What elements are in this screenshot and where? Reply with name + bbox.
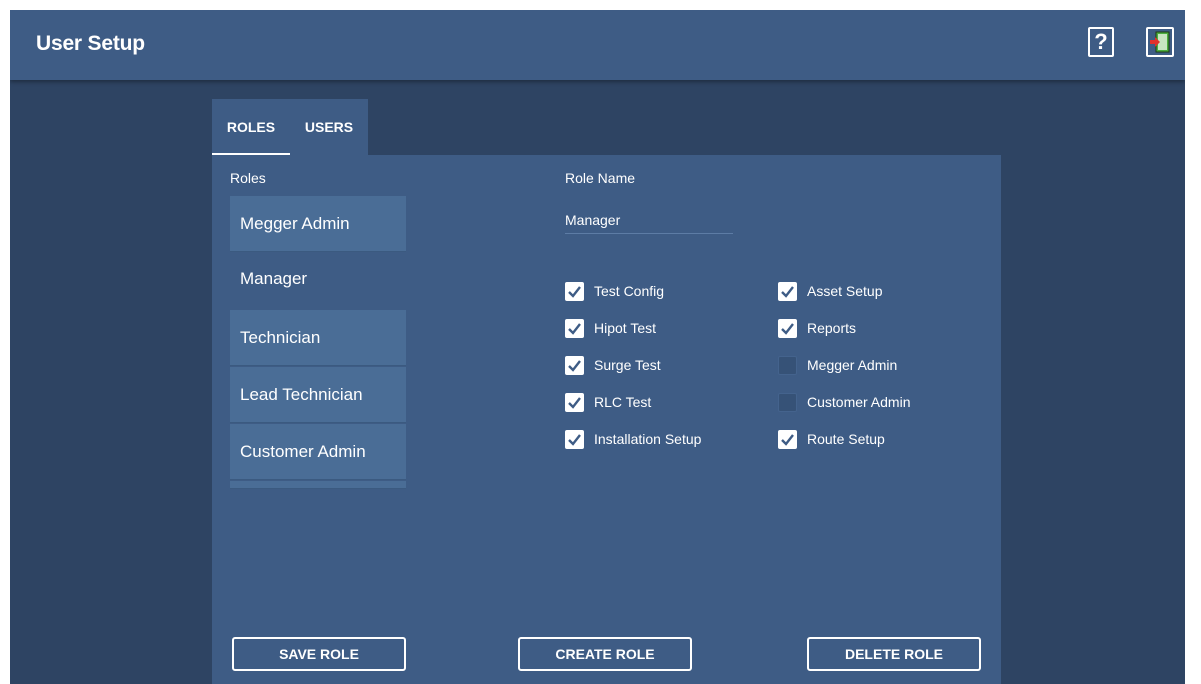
checkmark-icon xyxy=(568,359,581,372)
roles-list-label: Roles xyxy=(230,170,266,186)
checkbox-checked[interactable] xyxy=(565,392,584,412)
tab-users[interactable]: USERS xyxy=(290,99,368,155)
perm-test-config[interactable]: Test Config xyxy=(565,281,664,301)
role-name-label: Role Name xyxy=(565,170,636,186)
roles-list[interactable]: Megger Admin Manager Technician Lead Tec… xyxy=(230,196,406,489)
perm-customer-admin[interactable]: Customer Admin xyxy=(778,392,910,412)
role-item-technician[interactable]: Technician xyxy=(230,310,406,366)
roles-panel: Roles Megger Admin Manager Technician Le… xyxy=(212,155,1001,684)
role-item-megger-admin[interactable]: Megger Admin xyxy=(230,196,406,252)
checkmark-icon xyxy=(781,285,794,298)
checkbox-checked[interactable] xyxy=(565,355,584,375)
create-role-button[interactable]: CREATE ROLE xyxy=(518,637,692,671)
perm-asset-setup[interactable]: Asset Setup xyxy=(778,281,883,301)
checkbox-checked[interactable] xyxy=(778,318,797,338)
role-item-manager[interactable]: Manager xyxy=(230,253,406,309)
tab-roles-label: ROLES xyxy=(226,119,276,135)
perm-route-setup[interactable]: Route Setup xyxy=(778,429,885,449)
checkbox-checked[interactable] xyxy=(565,318,584,338)
delete-role-button[interactable]: DELETE ROLE xyxy=(807,637,981,671)
checkbox-unchecked[interactable] xyxy=(778,392,797,412)
perm-label: Customer Admin xyxy=(807,394,911,410)
help-button[interactable]: ? xyxy=(1088,27,1114,57)
checkbox-checked[interactable] xyxy=(565,281,584,301)
perm-surge-test[interactable]: Surge Test xyxy=(565,355,661,375)
tab-bar: ROLES USERS xyxy=(212,99,368,155)
perm-reports[interactable]: Reports xyxy=(778,318,856,338)
perm-label: Asset Setup xyxy=(807,283,883,299)
title-bar: User Setup ? xyxy=(10,10,1185,80)
exit-door-icon xyxy=(1150,31,1170,53)
perm-label: RLC Test xyxy=(594,394,652,410)
checkmark-icon xyxy=(781,322,794,335)
checkbox-checked[interactable] xyxy=(778,281,797,301)
perm-label: Megger Admin xyxy=(807,357,898,373)
perm-label: Hipot Test xyxy=(594,320,656,336)
perm-label: Surge Test xyxy=(594,357,661,373)
checkmark-icon xyxy=(568,433,581,446)
checkbox-unchecked[interactable] xyxy=(778,355,797,375)
exit-button[interactable] xyxy=(1146,27,1174,57)
perm-rlc-test[interactable]: RLC Test xyxy=(565,392,651,412)
checkmark-icon xyxy=(568,322,581,335)
perm-installation-setup[interactable]: Installation Setup xyxy=(565,429,701,449)
user-setup-window: User Setup ? ROLES USERS Roles Megger Ad… xyxy=(10,10,1185,684)
perm-label: Test Config xyxy=(594,283,665,299)
page-title: User Setup xyxy=(36,32,145,55)
perm-hipot-test[interactable]: Hipot Test xyxy=(565,318,656,338)
checkbox-checked[interactable] xyxy=(565,429,584,449)
perm-label: Route Setup xyxy=(807,431,885,447)
tab-roles[interactable]: ROLES xyxy=(212,99,290,155)
checkmark-icon xyxy=(568,285,581,298)
role-item-partial[interactable] xyxy=(230,481,406,489)
checkbox-checked[interactable] xyxy=(778,429,797,449)
tab-users-label: USERS xyxy=(304,119,354,135)
perm-megger-admin[interactable]: Megger Admin xyxy=(778,355,897,375)
role-item-lead-technician[interactable]: Lead Technician xyxy=(230,367,406,423)
role-name-input[interactable]: Manager xyxy=(565,211,733,234)
checkmark-icon xyxy=(781,433,794,446)
checkmark-icon xyxy=(568,396,581,409)
help-icon: ? xyxy=(1094,29,1108,54)
save-role-button[interactable]: SAVE ROLE xyxy=(232,637,406,671)
role-item-customer-admin[interactable]: Customer Admin xyxy=(230,424,406,480)
perm-label: Installation Setup xyxy=(594,431,702,447)
perm-label: Reports xyxy=(807,320,857,336)
